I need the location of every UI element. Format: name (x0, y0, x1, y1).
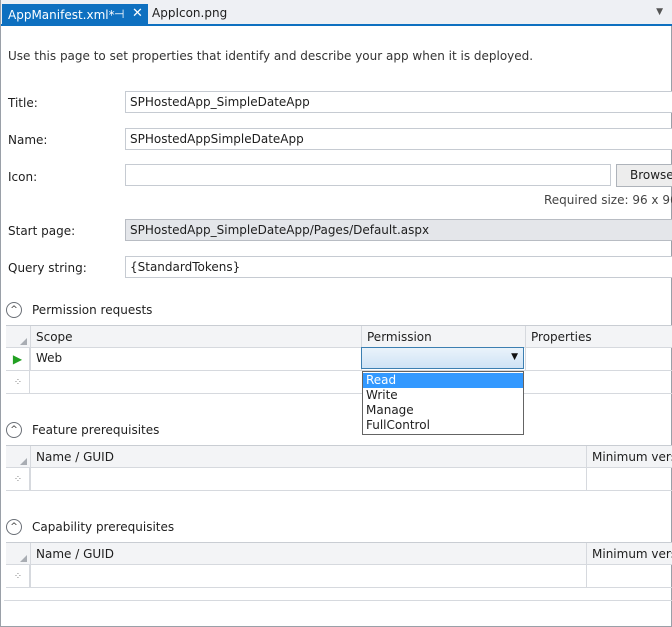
new-table-row[interactable]: ⁘ (6, 565, 672, 588)
tab-appicon-label: AppIcon.png (152, 6, 228, 20)
table-row[interactable]: ▶ Web (6, 348, 672, 371)
document-tab-strip: AppManifest.xml* ⊣ ✕ AppIcon.png ▼ (1, 0, 672, 26)
permission-dropdown-list: Read Write Manage FullControl (362, 371, 524, 435)
capability-prerequisites-grid: Name / GUID Minimum vers ⁘ (6, 542, 672, 589)
name-guid-cell[interactable] (30, 468, 586, 490)
column-header-name-guid[interactable]: Name / GUID (30, 543, 586, 565)
capability-grid-header: Name / GUID Minimum vers (6, 543, 672, 565)
permission-requests-grid: Scope Permission Properties ▶ Web ⁘ (6, 325, 672, 395)
required-size-hint: Required size: 96 x 96 p (544, 193, 672, 207)
collapse-chevron-icon[interactable]: ^ (6, 422, 22, 438)
properties-cell[interactable] (525, 348, 672, 370)
title-input[interactable]: SPHostedApp_SimpleDateApp (125, 91, 672, 113)
query-string-input[interactable]: {StandardTokens} (125, 256, 672, 278)
feature-prerequisites-grid: Name / GUID Minimum vers ⁘ (6, 445, 672, 492)
column-header-scope[interactable]: Scope (30, 326, 361, 348)
start-page-combo[interactable]: SPHostedApp_SimpleDateApp/Pages/Default.… (125, 219, 672, 241)
column-header-permission[interactable]: Permission (361, 326, 525, 348)
collapse-chevron-icon[interactable]: ^ (6, 519, 22, 535)
new-table-row[interactable]: ⁘ (6, 468, 672, 491)
tab-overflow-chevron-down-icon[interactable]: ▼ (656, 7, 663, 17)
feature-grid-header: Name / GUID Minimum vers (6, 446, 672, 468)
permission-requests-title: Permission requests (32, 303, 153, 317)
column-header-properties[interactable]: Properties (525, 326, 672, 348)
feature-prerequisites-title: Feature prerequisites (32, 423, 160, 437)
icon-label: Icon: (8, 170, 38, 184)
current-row-arrow-icon: ▶ (6, 348, 30, 370)
new-row-icon: ⁘ (6, 565, 30, 587)
column-header-minimum-version[interactable]: Minimum vers (586, 543, 672, 565)
column-header-minimum-version[interactable]: Minimum vers (586, 446, 672, 468)
permission-requests-header: ^ Permission requests (6, 302, 152, 318)
title-label: Title: (8, 96, 38, 110)
grid-corner (6, 326, 30, 348)
permission-option-write[interactable]: Write (363, 388, 523, 403)
browse-button[interactable]: Browse... (616, 164, 672, 187)
grid-corner (6, 543, 30, 565)
feature-prerequisites-header: ^ Feature prerequisites (6, 422, 159, 438)
name-label: Name: (8, 133, 48, 147)
name-guid-cell[interactable] (30, 565, 586, 587)
column-header-name-guid[interactable]: Name / GUID (30, 446, 586, 468)
name-input[interactable]: SPHostedAppSimpleDateApp (125, 128, 672, 150)
tab-appmanifest-label: AppManifest.xml* (8, 8, 115, 22)
new-row-cell[interactable] (30, 371, 361, 393)
new-row-icon: ⁘ (6, 371, 30, 393)
permission-option-manage[interactable]: Manage (363, 403, 523, 418)
grid-corner (6, 446, 30, 468)
minimum-version-cell[interactable] (586, 565, 672, 587)
permission-option-read[interactable]: Read (363, 373, 523, 388)
collapse-chevron-icon[interactable]: ^ (6, 302, 22, 318)
minimum-version-cell[interactable] (586, 468, 672, 490)
permission-combo[interactable]: ▼ (361, 347, 524, 369)
start-page-label: Start page: (8, 224, 76, 238)
manifest-designer: AppManifest.xml* ⊣ ✕ AppIcon.png ▼ Use t… (0, 0, 672, 627)
tab-appmanifest[interactable]: AppManifest.xml* ⊣ ✕ (2, 4, 148, 26)
permission-option-fullcontrol[interactable]: FullControl (363, 418, 523, 433)
tab-appicon[interactable]: AppIcon.png (152, 6, 227, 24)
new-table-row[interactable]: ⁘ (6, 371, 672, 394)
pin-icon[interactable]: ⊣ (114, 7, 124, 21)
page-description: Use this page to set properties that ide… (8, 49, 534, 63)
permission-grid-header: Scope Permission Properties (6, 326, 672, 348)
bottom-divider (4, 600, 672, 601)
icon-path-input[interactable] (125, 164, 611, 186)
capability-prerequisites-header: ^ Capability prerequisites (6, 519, 174, 535)
query-string-label: Query string: (8, 261, 87, 275)
close-icon[interactable]: ✕ (132, 6, 143, 21)
chevron-down-icon[interactable]: ▼ (511, 352, 518, 362)
scope-cell[interactable]: Web (30, 348, 361, 370)
new-row-icon: ⁘ (6, 468, 30, 490)
capability-prerequisites-title: Capability prerequisites (32, 520, 175, 534)
